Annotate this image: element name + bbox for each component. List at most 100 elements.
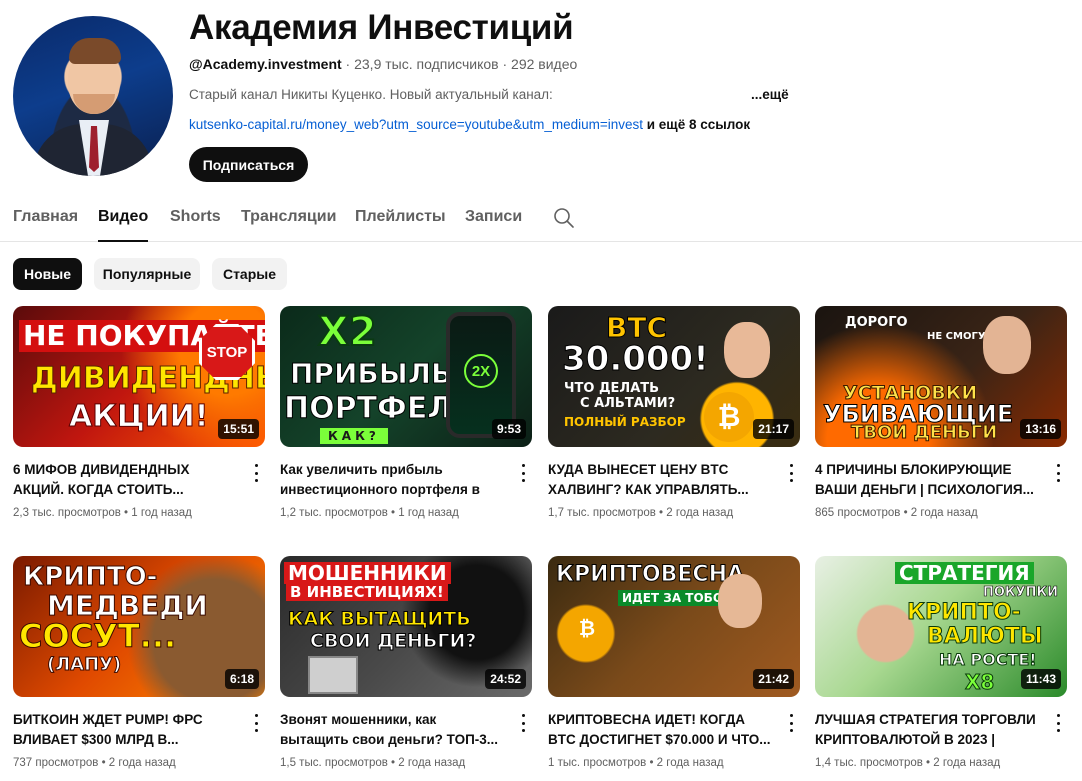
bitcoin-icon: ₿ bbox=[704, 392, 754, 442]
video-title[interactable]: КУДА ВЫНЕСЕТ ЦЕНУ BTC ХАЛВИНГ? КАК УПРАВ… bbox=[548, 460, 773, 500]
channel-title: Академия Инвестиций bbox=[189, 8, 574, 47]
video-age: 2 года назад bbox=[666, 507, 734, 519]
tab-home[interactable]: Главная bbox=[13, 208, 78, 242]
description-more-link[interactable]: ...ещё bbox=[751, 87, 789, 102]
video-thumbnail[interactable]: КРИПТОВЕСНА ИДЕТ ЗА ТОБОЙ! ₿ 21:42 bbox=[548, 556, 800, 697]
video-thumbnail[interactable]: BTC 30.000! ЧТО ДЕЛАТЬ С АЛЬТАМИ? ПОЛНЫЙ… bbox=[548, 306, 800, 447]
chip-popular[interactable]: Популярные bbox=[94, 258, 200, 290]
channel-tabs: Главная Видео Shorts Трансляции Плейлист… bbox=[0, 200, 1082, 242]
video-title[interactable]: 6 МИФОВ ДИВИДЕНДНЫХ АКЦИЙ. КОГДА СТОИТЬ.… bbox=[13, 460, 238, 500]
more-links[interactable]: и ещё 8 ссылок bbox=[643, 117, 750, 132]
thumbnail-text: ТВОИ ДЕНЬГИ bbox=[850, 422, 998, 443]
video-duration: 21:17 bbox=[753, 419, 794, 439]
video-thumbnail[interactable]: X2 ПРИБЫЛЬ ПОРТФЕЛЯ КАК? 2X 9:53 bbox=[280, 306, 532, 447]
thumbnail-text: X8 bbox=[964, 670, 995, 694]
thumbnail-text: КРИПТОВЕСНА bbox=[555, 562, 745, 587]
video-age: 2 года назад bbox=[656, 757, 724, 769]
person-figure bbox=[718, 574, 762, 628]
thumbnail-text: МОШЕННИКИ bbox=[284, 562, 451, 584]
tab-posts[interactable]: Записи bbox=[465, 208, 522, 242]
video-meta: 737 просмотров • 2 года назад bbox=[13, 757, 176, 769]
video-title[interactable]: Как увеличить прибыль инвестиционного по… bbox=[280, 460, 505, 500]
video-views: 1,2 тыс. просмотров bbox=[280, 507, 388, 519]
channel-description[interactable]: Старый канал Никиты Куценко. Новый актуа… bbox=[189, 87, 553, 102]
video-duration: 11:43 bbox=[1020, 669, 1061, 689]
video-title[interactable]: 4 ПРИЧИНЫ БЛОКИРУЮЩИЕ ВАШИ ДЕНЬГИ | ПСИХ… bbox=[815, 460, 1040, 500]
video-meta: 865 просмотров • 2 года назад bbox=[815, 507, 978, 519]
channel-stats: · 23,9 тыс. подписчиков · 292 видео bbox=[341, 56, 578, 72]
video-thumbnail[interactable]: НЕ ПОКУПАЙТЕ ДИВИДЕНДНЫЕ АКЦИИ! STOP 15:… bbox=[13, 306, 265, 447]
channel-links: kutsenko-capital.ru/money_web?utm_source… bbox=[189, 117, 750, 132]
tab-playlists[interactable]: Плейлисты bbox=[355, 208, 446, 242]
video-duration: 9:53 bbox=[491, 419, 526, 439]
thumbnail-text: СВОИ ДЕНЬГИ? bbox=[309, 630, 477, 652]
video-meta: 1,5 тыс. просмотров • 2 года назад bbox=[280, 757, 466, 769]
video-meta: 1,2 тыс. просмотров • 1 год назад bbox=[280, 507, 459, 519]
thumbnail-text: ЧТО ДЕЛАТЬ bbox=[564, 381, 660, 396]
channel-link[interactable]: kutsenko-capital.ru/money_web?utm_source… bbox=[189, 117, 643, 132]
thumbnail-text: МЕДВЕДИ bbox=[47, 589, 209, 622]
video-thumbnail[interactable]: СТРАТЕГИЯ ПОКУПКИ КРИПТО- ВАЛЮТЫ НА РОСТ… bbox=[815, 556, 1067, 697]
chip-new[interactable]: Новые bbox=[13, 258, 82, 290]
search-icon[interactable] bbox=[553, 207, 575, 229]
video-thumbnail[interactable]: МОШЕННИКИ В ИНВЕСТИЦИЯХ! КАК ВЫТАЩИТЬ СВ… bbox=[280, 556, 532, 697]
thumbnail-text: BTC bbox=[606, 311, 668, 344]
thumbnail-text: ДОРОГО bbox=[845, 315, 908, 330]
more-actions-icon[interactable] bbox=[518, 714, 528, 732]
thumbnail-text: В ИНВЕСТИЦИЯХ! bbox=[286, 584, 448, 601]
video-views: 1,5 тыс. просмотров bbox=[280, 757, 388, 769]
thumbnail-text: 30.000! bbox=[562, 339, 710, 379]
video-title[interactable]: Звонят мошенники, как вытащить свои день… bbox=[280, 710, 505, 750]
thumbnail-text: СТРАТЕГИЯ bbox=[895, 562, 1034, 584]
video-title[interactable]: ЛУЧШАЯ СТРАТЕГИЯ ТОРГОВЛИ КРИПТОВАЛЮТОЙ … bbox=[815, 710, 1040, 750]
video-views: 1 тыс. просмотров bbox=[548, 757, 647, 769]
video-age: 2 года назад bbox=[910, 507, 978, 519]
chip-oldest[interactable]: Старые bbox=[212, 258, 287, 290]
video-thumbnail[interactable]: ДОРОГО НЕ СМОГУ УСТАНОВКИ УБИВАЮЩИЕ ТВОИ… bbox=[815, 306, 1067, 447]
more-actions-icon[interactable] bbox=[1053, 714, 1063, 732]
thumbnail-text: X2 bbox=[317, 309, 378, 355]
thumbnail-text: ПОКУПКИ bbox=[983, 585, 1059, 600]
thumbnail-text: ВАЛЮТЫ bbox=[927, 624, 1044, 649]
person-figure bbox=[724, 322, 770, 378]
thumbnail-text: КАК? bbox=[320, 428, 388, 444]
person-figure bbox=[983, 316, 1031, 374]
thumbnail-text: КАК ВЫТАЩИТЬ bbox=[288, 608, 472, 630]
thumbnail-text: КРИПТО- bbox=[22, 562, 158, 592]
bitcoin-icon: ₿ bbox=[570, 612, 604, 646]
video-meta: 1 тыс. просмотров • 2 года назад bbox=[548, 757, 724, 769]
more-actions-icon[interactable] bbox=[518, 464, 528, 482]
thumbnail-text: ПРИБЫЛЬ bbox=[289, 357, 453, 390]
more-actions-icon[interactable] bbox=[786, 464, 796, 482]
thumbnail-text: НА РОСТЕ! bbox=[939, 650, 1038, 669]
more-actions-icon[interactable] bbox=[1053, 464, 1063, 482]
thumbnail-text: СОСУТ... bbox=[18, 617, 177, 655]
more-actions-icon[interactable] bbox=[786, 714, 796, 732]
video-views: 1,4 тыс. просмотров bbox=[815, 757, 923, 769]
thumbnail-text: НЕ СМОГУ bbox=[927, 331, 986, 342]
video-views: 1,7 тыс. просмотров bbox=[548, 507, 656, 519]
video-title[interactable]: КРИПТОВЕСНА ИДЕТ! КОГДА BTC ДОСТИГНЕТ $7… bbox=[548, 710, 773, 750]
video-age: 2 года назад bbox=[933, 757, 1001, 769]
video-age: 2 года назад bbox=[108, 757, 176, 769]
video-views: 737 просмотров bbox=[13, 757, 99, 769]
tab-shorts[interactable]: Shorts bbox=[170, 208, 221, 242]
channel-meta: @Academy.investment · 23,9 тыс. подписчи… bbox=[189, 56, 577, 72]
video-duration: 6:18 bbox=[224, 669, 259, 689]
video-duration: 21:42 bbox=[753, 669, 794, 689]
more-actions-icon[interactable] bbox=[251, 464, 261, 482]
video-meta: 1,4 тыс. просмотров • 2 года назад bbox=[815, 757, 1001, 769]
tab-videos[interactable]: Видео bbox=[98, 208, 149, 242]
video-title[interactable]: БИТКОИН ЖДЕТ PUMP! ФРС ВЛИВАЕТ $300 МЛРД… bbox=[13, 710, 238, 750]
channel-avatar[interactable] bbox=[13, 16, 173, 176]
tab-live[interactable]: Трансляции bbox=[241, 208, 336, 242]
channel-handle[interactable]: @Academy.investment bbox=[189, 56, 342, 72]
video-age: 1 год назад bbox=[131, 507, 192, 519]
video-views: 865 просмотров bbox=[815, 507, 901, 519]
video-thumbnail[interactable]: КРИПТО- МЕДВЕДИ СОСУТ... (ЛАПУ) 6:18 bbox=[13, 556, 265, 697]
thumbnail-text: ПОЛНЫЙ РАЗБОР bbox=[564, 415, 686, 429]
more-actions-icon[interactable] bbox=[251, 714, 261, 732]
video-age: 2 года назад bbox=[398, 757, 466, 769]
subscribe-button[interactable]: Подписаться bbox=[189, 147, 308, 182]
thumbnail-text: АКЦИИ! bbox=[68, 399, 209, 434]
